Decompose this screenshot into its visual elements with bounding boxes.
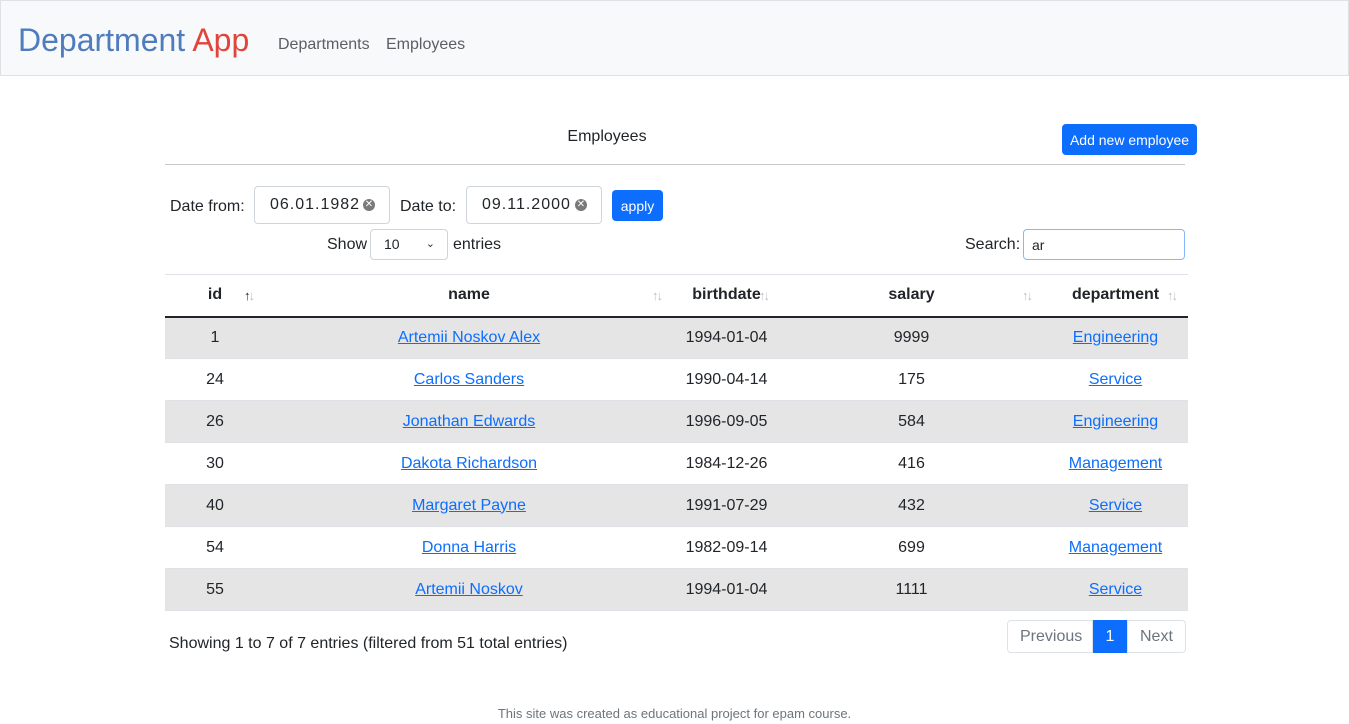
date-to-label: Date to: [400, 198, 457, 215]
sort-icon: ↑↓ [1022, 288, 1033, 303]
cell-salary: 175 [898, 370, 925, 388]
cell-department: Service [1043, 569, 1188, 611]
table-row: 1 Artemii Noskov Alex 1994-01-04 9999 En… [165, 316, 1188, 359]
cell-id: 40 [206, 496, 224, 514]
sort-icon: ↑↓ [652, 288, 663, 303]
cell-department: Engineering [1043, 317, 1188, 359]
pagination: Previous 1 Next [1007, 620, 1186, 653]
brand-text-department: Department [18, 22, 186, 58]
cell-id: 30 [206, 454, 224, 472]
clear-date-from-icon[interactable]: ✕ [363, 199, 375, 211]
employee-link[interactable]: Jonathan Edwards [403, 413, 536, 430]
previous-page-button[interactable]: Previous [1007, 620, 1093, 653]
divider [165, 164, 1185, 165]
date-from-value: 06.01.1982 [270, 196, 361, 213]
footer-text: This site was created as educational pro… [497, 706, 852, 721]
nav-link-employees[interactable]: Employees [386, 35, 465, 55]
cell-birthdate: 1996-09-05 [685, 412, 768, 430]
cell-department: Management [1043, 527, 1188, 569]
show-label: Show [327, 236, 368, 253]
cell-birthdate: 1984-12-26 [685, 454, 768, 472]
chevron-down-icon: ⌄ [425, 238, 435, 250]
entries-length-value: 10 [384, 236, 400, 252]
cell-birthdate: 1991-07-29 [685, 496, 768, 514]
column-header-id[interactable]: id ↑↓ [165, 275, 265, 317]
table-row: 24 Carlos Sanders 1990-04-14 175 Service [165, 359, 1188, 401]
brand-text-app: App [192, 22, 250, 58]
employee-link[interactable]: Artemii Noskov Alex [398, 329, 540, 346]
cell-salary: 432 [898, 496, 925, 514]
department-link[interactable]: Engineering [1073, 413, 1158, 430]
cell-salary: 9999 [893, 328, 930, 346]
date-from-input[interactable]: 06.01.1982 ✕ [254, 186, 390, 224]
cell-name: Jonathan Edwards [265, 401, 673, 443]
entries-length-select[interactable]: 10 ⌄ [370, 229, 448, 260]
page-1-button[interactable]: 1 [1093, 620, 1127, 653]
cell-name: Donna Harris [265, 527, 673, 569]
cell-name: Margaret Payne [265, 485, 673, 527]
sort-asc-icon: ↑↓ [244, 288, 255, 303]
table-row: 30 Dakota Richardson 1984-12-26 416 Mana… [165, 443, 1188, 485]
date-to-value: 09.11.2000 [482, 196, 571, 213]
department-link[interactable]: Service [1089, 497, 1142, 514]
employees-table: id ↑↓ name ↑↓ birthdate ↑↓ salary ↑↓ departm… [165, 274, 1188, 611]
search-label: Search: [965, 236, 1021, 253]
cell-salary: 1111 [895, 580, 928, 598]
clear-date-to-icon[interactable]: ✕ [575, 199, 587, 211]
department-link[interactable]: Management [1069, 455, 1162, 472]
search-input[interactable] [1023, 229, 1185, 260]
department-link[interactable]: Management [1069, 539, 1162, 556]
cell-birthdate: 1994-01-04 [685, 580, 768, 598]
entries-label: entries [453, 236, 502, 253]
cell-name: Artemii Noskov [265, 569, 673, 611]
column-header-name[interactable]: name ↑↓ [265, 275, 673, 317]
cell-salary: 699 [898, 538, 925, 556]
cell-birthdate: 1994-01-04 [685, 328, 768, 346]
table-row: 54 Donna Harris 1982-09-14 699 Managemen… [165, 527, 1188, 569]
employee-link[interactable]: Dakota Richardson [401, 455, 537, 472]
employee-link[interactable]: Carlos Sanders [414, 371, 524, 388]
cell-id: 26 [206, 412, 224, 430]
column-header-salary[interactable]: salary ↑↓ [780, 275, 1043, 317]
nav-link-departments[interactable]: Departments [278, 35, 370, 55]
add-employee-button[interactable]: Add new employee [1062, 124, 1197, 155]
brand-logo[interactable]: Department App [18, 20, 249, 60]
navbar: Department App Departments Employees [0, 0, 1349, 76]
cell-id: 24 [206, 370, 224, 388]
cell-name: Carlos Sanders [265, 359, 673, 401]
department-link[interactable]: Engineering [1073, 329, 1158, 346]
table-info: Showing 1 to 7 of 7 entries (filtered fr… [169, 635, 568, 652]
cell-department: Service [1043, 359, 1188, 401]
cell-name: Artemii Noskov Alex [265, 317, 673, 359]
cell-id: 1 [210, 328, 220, 346]
department-link[interactable]: Service [1089, 581, 1142, 598]
employee-link[interactable]: Margaret Payne [412, 497, 526, 514]
department-link[interactable]: Service [1089, 371, 1142, 388]
cell-salary: 416 [898, 454, 925, 472]
sort-icon: ↑↓ [759, 288, 770, 303]
cell-department: Service [1043, 485, 1188, 527]
cell-birthdate: 1982-09-14 [685, 538, 768, 556]
cell-name: Dakota Richardson [265, 443, 673, 485]
cell-department: Engineering [1043, 401, 1188, 443]
cell-id: 55 [206, 580, 224, 598]
employee-link[interactable]: Donna Harris [422, 539, 516, 556]
sort-icon: ↑↓ [1167, 288, 1178, 303]
cell-id: 54 [206, 538, 224, 556]
cell-department: Management [1043, 443, 1188, 485]
column-header-birthdate[interactable]: birthdate ↑↓ [673, 275, 780, 317]
cell-salary: 584 [898, 412, 925, 430]
page-title: Employees [567, 128, 647, 145]
table-row: 26 Jonathan Edwards 1996-09-05 584 Engin… [165, 400, 1188, 443]
date-to-input[interactable]: 09.11.2000 ✕ [466, 186, 602, 224]
column-header-department[interactable]: department ↑↓ [1043, 275, 1188, 317]
table-row: 55 Artemii Noskov 1994-01-04 1111 Servic… [165, 568, 1188, 611]
date-from-label: Date from: [170, 198, 245, 215]
table-header-row: id ↑↓ name ↑↓ birthdate ↑↓ salary ↑↓ departm… [165, 274, 1188, 317]
employee-link[interactable]: Artemii Noskov [415, 581, 523, 598]
table-row: 40 Margaret Payne 1991-07-29 432 Service [165, 484, 1188, 527]
next-page-button[interactable]: Next [1127, 620, 1186, 653]
cell-birthdate: 1990-04-14 [685, 370, 768, 388]
apply-button[interactable]: apply [612, 190, 663, 221]
